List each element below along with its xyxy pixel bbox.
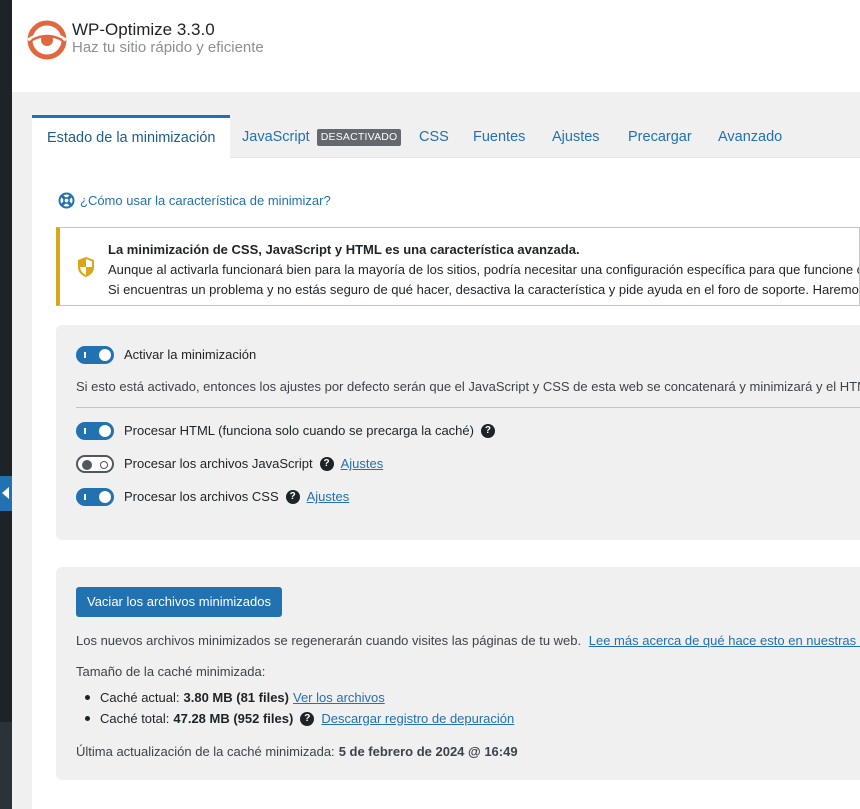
main-content: Estado de la minimización JavaScript DES… (32, 115, 860, 809)
current-cache-label: Caché actual: (100, 690, 180, 705)
css-settings-link[interactable]: Ajustes (307, 489, 350, 504)
tab-css[interactable]: CSS (404, 115, 464, 158)
tab-label: Estado de la minimización (47, 130, 216, 146)
process-html-toggle[interactable] (76, 422, 114, 440)
list-item: Caché actual: 3.80 MB (81 files) Ver los… (80, 687, 514, 708)
lifebuoy-icon (58, 192, 75, 209)
status-badge: DESACTIVADO (316, 129, 402, 146)
notice-line: Si encuentras un problema y no estás seg… (108, 282, 860, 297)
help-icon[interactable]: ? (480, 423, 495, 438)
tab-advanced[interactable]: Avanzado (703, 115, 797, 158)
last-update-label: Última actualización de la caché minimiz… (76, 744, 335, 759)
tab-label: Ajustes (552, 129, 600, 145)
last-update-value: 5 de febrero de 2024 @ 16:49 (338, 744, 518, 759)
purge-minified-button[interactable]: Vaciar los archivos minimizados (76, 587, 282, 617)
tab-javascript[interactable]: JavaScript DESACTIVADO (227, 115, 416, 158)
faq-link[interactable]: Lee más acerca de qué hace esto en nuest… (589, 633, 860, 648)
admin-sidebar-lower (0, 722, 12, 809)
tab-minify-status[interactable]: Estado de la minimización (32, 115, 231, 159)
app-subtitle: Haz tu sitio rápido y eficiente (72, 39, 264, 56)
tab-label: Precargar (628, 129, 692, 145)
tab-label: JavaScript (242, 129, 310, 145)
list-item: Caché total: 47.28 MB (952 files) ? Desc… (80, 708, 514, 729)
cache-size-heading: Tamaño de la caché minimizada: (76, 664, 266, 679)
cache-size-list: Caché actual: 3.80 MB (81 files) Ver los… (80, 687, 514, 729)
plugin-header: WP-Optimize 3.3.0 Haz tu sitio rápido y … (12, 0, 860, 92)
help-link[interactable]: ¿Cómo usar la característica de minimiza… (58, 192, 331, 209)
app-title: WP-Optimize 3.3.0 (72, 20, 215, 39)
tab-settings[interactable]: Ajustes (537, 115, 615, 158)
tab-label: CSS (419, 129, 449, 145)
enable-minify-description: Si esto está activado, entonces los ajus… (76, 379, 860, 394)
regen-info: Los nuevos archivos minimizados se regen… (76, 633, 860, 648)
notice-line: Aunque al activarla funcionará bien para… (108, 262, 860, 277)
minify-settings-panel: Activar la minimización Si esto está act… (56, 325, 860, 540)
sidebar-collapse-icon[interactable] (0, 476, 12, 511)
cache-panel: Vaciar los archivos minimizados Los nuev… (56, 567, 860, 780)
tab-bar: Estado de la minimización JavaScript DES… (32, 115, 860, 159)
process-html-row: Procesar HTML (funciona solo cuando se p… (124, 423, 495, 438)
help-link-text[interactable]: ¿Cómo usar la característica de minimiza… (80, 193, 331, 208)
download-log-link[interactable]: Descargar registro de depuración (321, 708, 514, 729)
tab-label: Avanzado (718, 129, 783, 145)
tab-label: Fuentes (473, 129, 526, 145)
process-js-toggle[interactable] (76, 455, 114, 473)
tab-preload[interactable]: Precargar (613, 115, 707, 158)
total-cache-value: 47.28 MB (952 files) (173, 711, 294, 726)
shield-icon (78, 257, 94, 277)
tab-fonts[interactable]: Fuentes (458, 115, 540, 158)
admin-sidebar (0, 0, 12, 809)
help-icon[interactable]: ? (285, 489, 300, 504)
divider (76, 407, 860, 408)
process-html-label: Procesar HTML (funciona solo cuando se p… (124, 423, 474, 438)
notice-text: La minimización de CSS, JavaScript y HTM… (108, 240, 860, 300)
process-js-row: Procesar los archivos JavaScript ? Ajust… (124, 456, 383, 471)
notice-heading: La minimización de CSS, JavaScript y HTM… (108, 242, 580, 257)
enable-minify-toggle[interactable] (76, 346, 114, 364)
view-files-link[interactable]: Ver los archivos (293, 687, 385, 708)
help-icon[interactable]: ? (319, 456, 334, 471)
process-js-label: Procesar los archivos JavaScript (124, 456, 313, 471)
total-cache-label: Caché total: (100, 711, 170, 726)
advanced-feature-notice: La minimización de CSS, JavaScript y HTM… (56, 227, 860, 306)
regen-text: Los nuevos archivos minimizados se regen… (76, 633, 582, 648)
process-css-row: Procesar los archivos CSS ? Ajustes (124, 489, 349, 504)
process-css-toggle[interactable] (76, 488, 114, 506)
help-icon[interactable]: ? (300, 711, 315, 726)
enable-minify-label: Activar la minimización (124, 347, 257, 362)
current-cache-value: 3.80 MB (81 files) (183, 690, 290, 705)
last-update: Última actualización de la caché minimiz… (76, 744, 518, 759)
js-settings-link[interactable]: Ajustes (341, 456, 384, 471)
wp-optimize-logo-icon (27, 20, 67, 60)
process-css-label: Procesar los archivos CSS (124, 489, 279, 504)
